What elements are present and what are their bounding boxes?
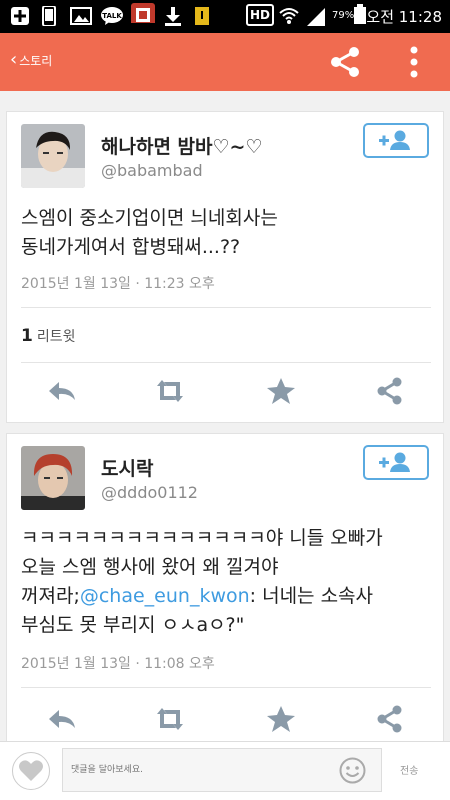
- tweet-timestamp: 2015년 1월 13일 · 11:08 오후: [21, 656, 215, 672]
- follow-button[interactable]: [363, 123, 429, 158]
- retweet-count-number: 1: [21, 326, 33, 346]
- user-handle[interactable]: @babambad: [101, 161, 203, 180]
- download-icon: [165, 7, 181, 26]
- tweet-text-line: ㅋㅋㅋㅋㅋㅋㅋㅋㅋㅋㅋㅋㅋㅋ야 니들 오빠가: [21, 527, 383, 549]
- avatar[interactable]: [21, 124, 85, 188]
- gallery-icon: [70, 7, 92, 25]
- battery-icon: [354, 4, 366, 24]
- like-button[interactable]: [12, 752, 50, 790]
- retweet-icon[interactable]: [153, 704, 187, 734]
- comment-input[interactable]: [62, 748, 382, 792]
- heart-icon: [19, 760, 43, 781]
- talk-icon: TALK: [101, 7, 123, 25]
- display-name[interactable]: 도시락: [101, 454, 153, 481]
- divider: [21, 687, 431, 688]
- battery-percent: 79%: [332, 10, 355, 21]
- follow-button[interactable]: [363, 445, 429, 480]
- add-icon: [11, 7, 29, 25]
- favorite-icon[interactable]: [264, 704, 298, 734]
- file-icon: [195, 7, 209, 25]
- signal-icon: [307, 8, 325, 26]
- tweet-text-fragment: 꺼져라;: [21, 585, 80, 607]
- wifi-icon: [279, 8, 299, 24]
- phone-icon: [42, 6, 56, 26]
- tweet-text: 스엠이 중소기업이면 늬네회사는 동네가게여서 합병돼써...??: [21, 204, 278, 262]
- divider: [21, 307, 431, 308]
- tweet-card: 해나하면 밤바♡~♡ @babambad 스엠이 중소기업이면 늬네회사는 동네…: [6, 111, 444, 423]
- favorite-icon[interactable]: [264, 376, 298, 406]
- add-user-icon: [379, 452, 410, 472]
- send-button[interactable]: 전송: [400, 762, 418, 777]
- tweet-text: ㅋㅋㅋㅋㅋㅋㅋㅋㅋㅋㅋㅋㅋㅋ야 니들 오빠가 오늘 스엠 행사에 왔어 왜 낄겨…: [21, 524, 383, 640]
- chevron-left-icon: ‹: [10, 49, 18, 70]
- app-notification-icon: [131, 3, 155, 23]
- hd-indicator: HD: [246, 4, 274, 26]
- tweet-text-line: 오늘 스엠 행사에 왔어 왜 낄겨야: [21, 556, 279, 578]
- retweet-count[interactable]: 1 리트윗: [21, 326, 75, 346]
- add-user-icon: [379, 130, 410, 150]
- app-header: ‹ 스토리: [0, 33, 450, 91]
- display-name[interactable]: 해나하면 밤바♡~♡: [101, 132, 262, 159]
- back-label: 스토리: [19, 53, 53, 68]
- divider: [21, 362, 431, 363]
- tweet-text-fragment: : 너네는 소속사: [249, 585, 374, 607]
- emoji-icon[interactable]: [339, 757, 366, 784]
- clock: 오전 11:28: [366, 8, 442, 26]
- svg-text:TALK: TALK: [102, 12, 122, 20]
- tweet-text-line: 동네가게여서 합병돼써...??: [21, 236, 241, 258]
- share-icon[interactable]: [328, 45, 362, 79]
- share-icon[interactable]: [373, 376, 407, 406]
- back-button[interactable]: ‹ 스토리: [10, 51, 52, 69]
- tweet-text-line: 꺼져라;@chae_eun_kwon: 너네는 소속사: [21, 582, 383, 611]
- more-vert-icon[interactable]: [404, 45, 424, 79]
- tweet-card: 도시락 @dddo0112 ㅋㅋㅋㅋㅋㅋㅋㅋㅋㅋㅋㅋㅋㅋ야 니들 오빠가 오늘 …: [6, 433, 444, 743]
- mention-link[interactable]: @chae_eun_kwon: [80, 585, 250, 607]
- status-bar: TALK HD 79% 오전 11:28: [0, 0, 450, 33]
- comment-bar: 전송: [0, 741, 450, 800]
- tweet-text-line: 스엠이 중소기업이면 늬네회사는: [21, 207, 278, 229]
- share-icon[interactable]: [373, 704, 407, 734]
- tweet-text-line: 부심도 못 부리지 ㅇㅅaㅇ?": [21, 614, 245, 636]
- retweet-count-label: 리트윗: [36, 329, 76, 345]
- reply-icon[interactable]: [45, 376, 79, 406]
- user-handle[interactable]: @dddo0112: [101, 483, 198, 502]
- retweet-icon[interactable]: [153, 376, 187, 406]
- reply-icon[interactable]: [45, 704, 79, 734]
- avatar[interactable]: [21, 446, 85, 510]
- tweet-timestamp: 2015년 1월 13일 · 11:23 오후: [21, 276, 215, 292]
